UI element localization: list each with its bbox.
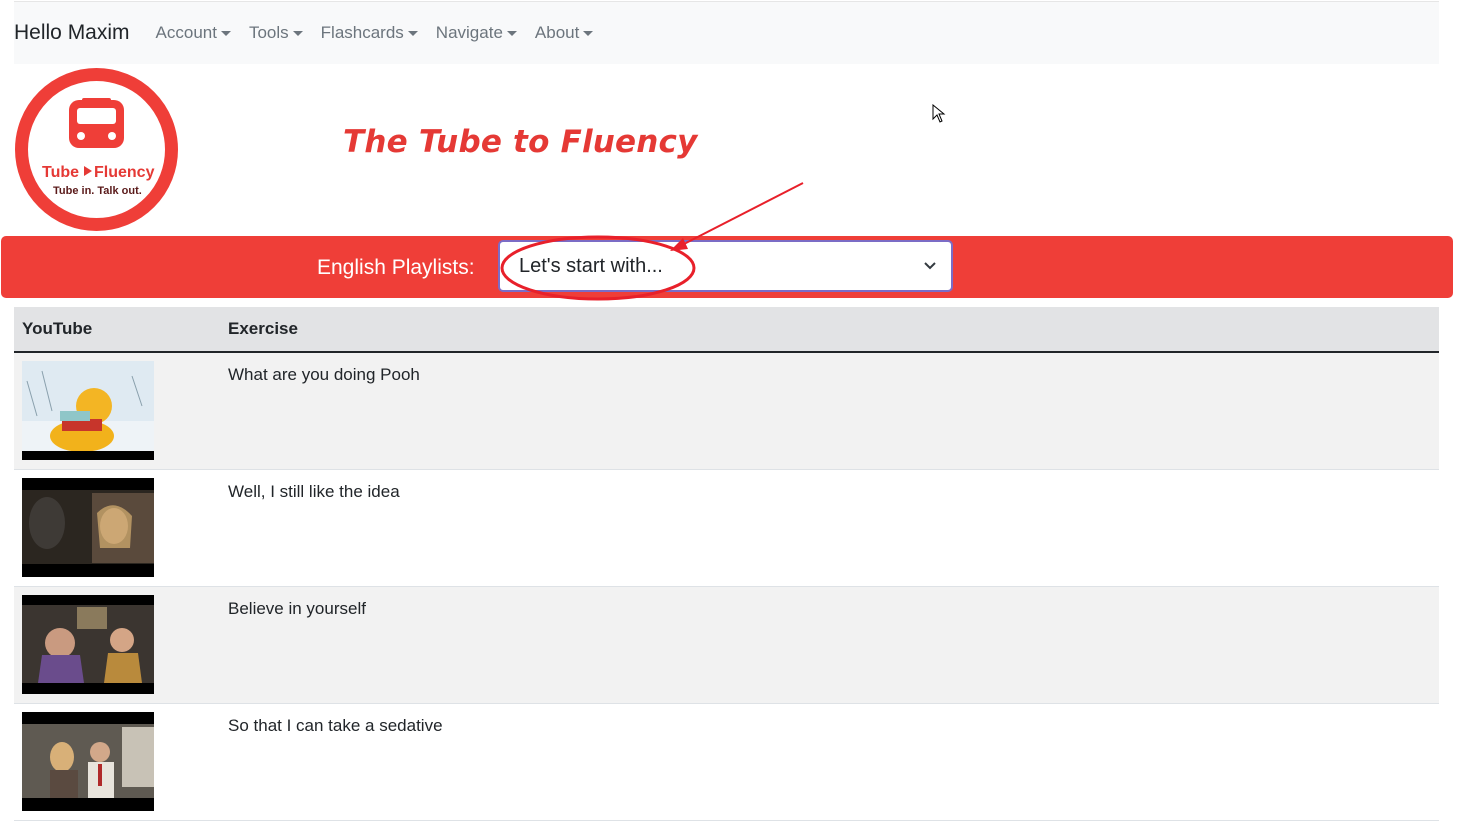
nav-flashcards-dropdown[interactable]: Flashcards (321, 23, 418, 43)
caret-down-icon (583, 30, 594, 36)
nav-flashcards-label: Flashcards (320, 23, 404, 42)
table-row[interactable]: So that I can take a sedative (14, 704, 1439, 821)
nav-navigate-dropdown[interactable]: Navigate (436, 23, 517, 43)
thumbnail-cell (14, 470, 228, 586)
video-thumbnail[interactable] (22, 712, 154, 811)
exercise-cell[interactable]: Well, I still like the idea (228, 470, 1439, 586)
navbar-brand[interactable]: Hello Maxim (14, 21, 130, 45)
thumbnail-cell (14, 353, 228, 469)
exercise-cell[interactable]: Believe in yourself (228, 587, 1439, 703)
exercise-cell[interactable]: So that I can take a sedative (228, 704, 1439, 820)
caret-down-icon (506, 30, 517, 36)
logo-word-fluency: Fluency (94, 164, 155, 181)
logo-tagline: Tube in. Talk out. (53, 185, 142, 197)
site-title: The Tube to Fluency (343, 124, 698, 160)
nav-account-label: Account (155, 23, 217, 42)
caret-down-icon (407, 30, 418, 36)
mouse-cursor-icon (932, 104, 946, 123)
chevron-down-icon (924, 262, 936, 270)
nav-navigate-label: Navigate (435, 23, 503, 42)
table-row[interactable]: Well, I still like the idea (14, 470, 1439, 587)
thumbnail-cell (14, 704, 228, 820)
playlist-select[interactable]: Let's start with... (498, 240, 953, 292)
playlist-bar: English Playlists: Let's start with... (1, 236, 1453, 298)
header-youtube: YouTube (22, 319, 93, 338)
caret-down-icon (220, 30, 231, 36)
video-thumbnail[interactable] (22, 361, 154, 460)
nav-tools-label: Tools (248, 23, 289, 42)
exercise-cell[interactable]: What are you doing Pooh (228, 353, 1439, 469)
exercise-table: YouTube Exercise What are you doing Pooh (14, 307, 1439, 821)
thumbnail-cell (14, 587, 228, 703)
table-header: YouTube Exercise (14, 307, 1439, 353)
tube-train-icon (69, 98, 124, 148)
table-row[interactable]: Believe in yourself (14, 587, 1439, 704)
nav-about-label: About (534, 23, 580, 42)
tube-fluency-logo[interactable]: Tube Fluency Tube in. Talk out. (14, 67, 179, 232)
nav-about-dropdown[interactable]: About (534, 23, 594, 43)
playlist-select-value: Let's start with... (519, 254, 663, 277)
nav-account-dropdown[interactable]: Account (156, 23, 231, 43)
playlist-label: English Playlists: (317, 256, 475, 279)
video-thumbnail[interactable] (22, 478, 154, 577)
logo-word-tube: Tube (42, 164, 79, 181)
video-thumbnail[interactable] (22, 595, 154, 694)
caret-down-icon (292, 30, 303, 36)
top-navbar: Hello Maxim Account Tools Flashcards Nav… (14, 1, 1439, 64)
header-exercise: Exercise (228, 319, 298, 338)
table-row[interactable]: What are you doing Pooh (14, 353, 1439, 470)
nav-tools-dropdown[interactable]: Tools (249, 23, 303, 43)
